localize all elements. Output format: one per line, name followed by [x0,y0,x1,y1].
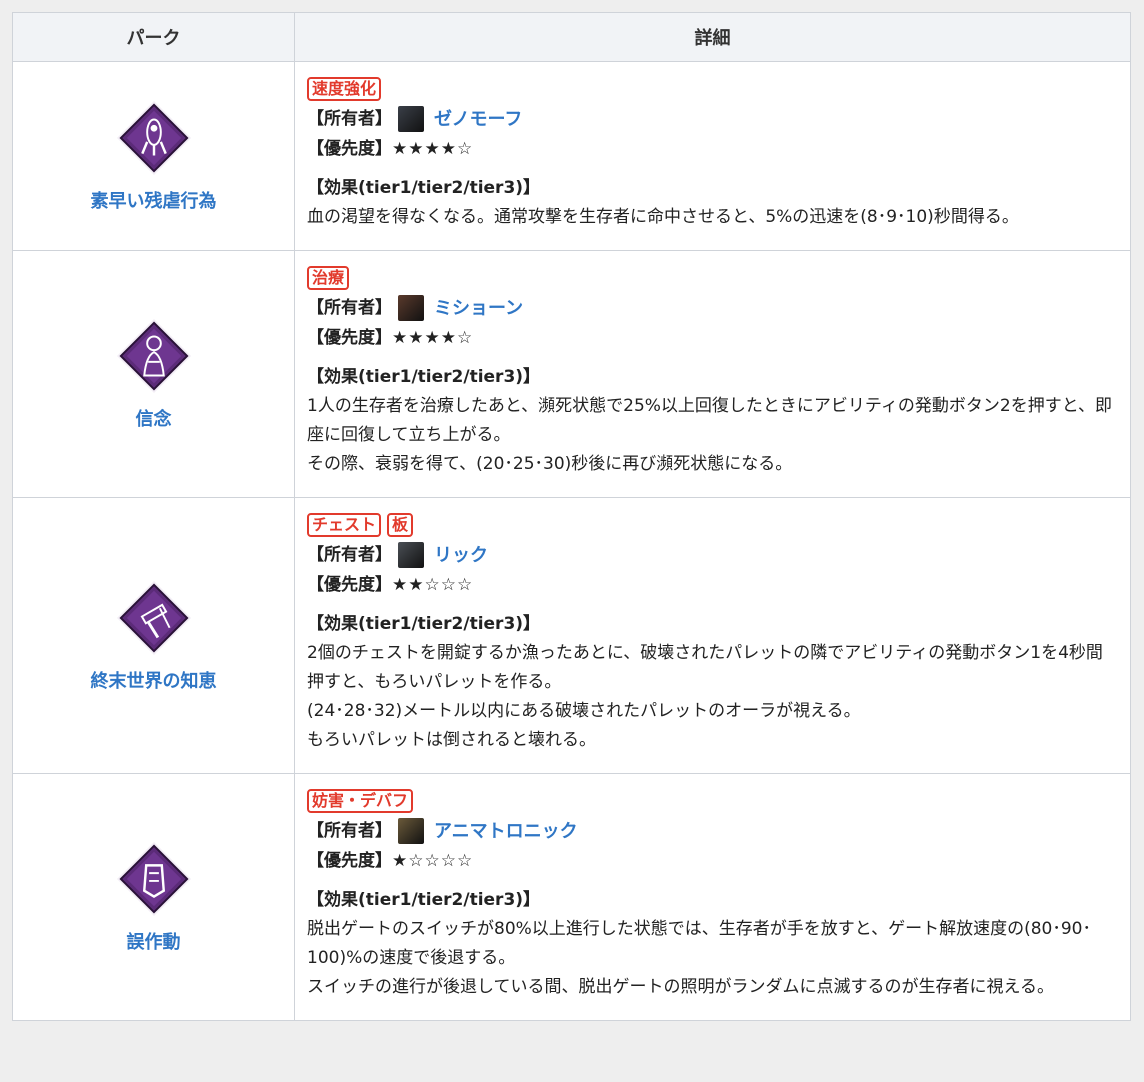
perk-name[interactable]: 素早い残虐行為 [13,187,294,213]
effect-paragraph: もろいパレットは倒されると壊れる。 [307,730,596,750]
priority-line: 【優先度】 ★★☆☆☆ [307,570,1118,600]
conviction-perk-icon[interactable] [115,317,193,395]
table-row: 終末世界の知恵 チェスト板 【所有者】 リック 【優先度】 ★★☆☆☆ 【効果(… [12,497,1131,774]
owner-link[interactable]: ミショーン [434,294,523,323]
category-tag[interactable]: 板 [387,513,414,537]
priority-label: 【優先度】 [307,327,392,348]
malfunction-perk-icon[interactable] [115,840,193,918]
priority-stars: ★★☆☆☆ [392,574,474,595]
apocalyptic-ingenuity-perk-icon[interactable] [115,579,193,657]
owner-line: 【所有者】 リック [307,540,1118,570]
category-tag[interactable]: 速度強化 [307,77,382,101]
priority-stars: ★☆☆☆☆ [392,850,474,871]
header-detail: 詳細 [294,12,1131,62]
detail-cell: 速度強化 【所有者】 ゼノモーフ 【優先度】 ★★★★☆ 【効果(tier1/t… [294,61,1131,251]
perk-table-wrapper: パーク 詳細 素早い残虐行為 速度強化 【所有者】 ゼノモーフ 【優先度】 ★★… [12,12,1131,1021]
priority-line: 【優先度】 ★☆☆☆☆ [307,846,1118,876]
category-tag[interactable]: 妨害・デバフ [307,789,414,813]
owner-link[interactable]: リック [434,541,488,570]
xenomorph-perk-icon[interactable] [115,99,193,177]
owner-link[interactable]: ゼノモーフ [434,105,522,134]
effect-text: 血の渇望を得なくなる。通常攻撃を生存者に命中させると、5%の迅速を(8･9･10… [307,203,1118,232]
table-row: 誤作動 妨害・デバフ 【所有者】 アニマトロニック 【優先度】 ★☆☆☆☆ 【効… [12,773,1131,1021]
owner-avatar[interactable] [398,295,424,321]
effect-text: 1人の生存者を治療したあと、瀕死状態で25%以上回復したときにアビリティの発動ボ… [307,392,1118,479]
detail-cell: 治療 【所有者】 ミショーン 【優先度】 ★★★★☆ 【効果(tier1/tie… [294,250,1131,498]
priority-label: 【優先度】 [307,850,392,871]
effect-label: 【効果(tier1/tier2/tier3)】 [307,890,541,910]
perk-cell: 終末世界の知恵 [12,497,295,774]
owner-label: 【所有者】 [307,544,392,565]
owner-line: 【所有者】 ゼノモーフ [307,104,1118,134]
effect-label: 【効果(tier1/tier2/tier3)】 [307,367,541,387]
priority-line: 【優先度】 ★★★★☆ [307,323,1118,353]
owner-line: 【所有者】 アニマトロニック [307,816,1118,846]
effect-paragraph: スイッチの進行が後退している間、脱出ゲートの照明がランダムに点滅するのが生存者に… [307,977,1054,997]
perk-name[interactable]: 終末世界の知恵 [13,667,294,693]
tag-list: 治療 [307,265,1118,293]
effect-paragraph: 血の渇望を得なくなる。通常攻撃を生存者に命中させると、5%の迅速を(8･9･10… [307,207,1019,227]
effect-text: 脱出ゲートのスイッチが80%以上進行した状態では、生存者が手を放すと、ゲート解放… [307,915,1118,1002]
effect-paragraph: (24･28･32)メートル以内にある破壊されたパレットのオーラが視える。 [307,701,861,721]
owner-avatar[interactable] [398,818,424,844]
effect-paragraph: 1人の生存者を治療したあと、瀕死状態で25%以上回復したときにアビリティの発動ボ… [307,396,1113,445]
owner-avatar[interactable] [398,106,424,132]
priority-label: 【優先度】 [307,138,392,159]
owner-line: 【所有者】 ミショーン [307,293,1118,323]
priority-stars: ★★★★☆ [392,327,474,348]
owner-link[interactable]: アニマトロニック [434,817,578,846]
table-row: 信念 治療 【所有者】 ミショーン 【優先度】 ★★★★☆ 【効果(tier1/… [12,250,1131,498]
perk-cell: 誤作動 [12,773,295,1021]
effect-paragraph: 2個のチェストを開錠するか漁ったあとに、破壊されたパレットの隣でアビリティの発動… [307,643,1103,692]
effect-text: 2個のチェストを開錠するか漁ったあとに、破壊されたパレットの隣でアビリティの発動… [307,639,1118,755]
owner-label: 【所有者】 [307,108,392,129]
perk-cell: 信念 [12,250,295,498]
priority-stars: ★★★★☆ [392,138,474,159]
owner-label: 【所有者】 [307,297,392,318]
effect-paragraph: 脱出ゲートのスイッチが80%以上進行した状態では、生存者が手を放すと、ゲート解放… [307,919,1091,968]
effect-paragraph: その際、衰弱を得て、(20･25･30)秒後に再び瀕死状態になる。 [307,454,793,474]
table-header-row: パーク 詳細 [12,12,1131,62]
detail-cell: 妨害・デバフ 【所有者】 アニマトロニック 【優先度】 ★☆☆☆☆ 【効果(ti… [294,773,1131,1021]
effect-label: 【効果(tier1/tier2/tier3)】 [307,614,541,634]
detail-cell: チェスト板 【所有者】 リック 【優先度】 ★★☆☆☆ 【効果(tier1/ti… [294,497,1131,774]
priority-line: 【優先度】 ★★★★☆ [307,134,1118,164]
owner-label: 【所有者】 [307,820,392,841]
priority-label: 【優先度】 [307,574,392,595]
header-perk: パーク [12,12,295,62]
perk-name[interactable]: 誤作動 [13,928,294,954]
perk-cell: 素早い残虐行為 [12,61,295,251]
tag-list: 妨害・デバフ [307,788,1118,816]
tag-list: 速度強化 [307,76,1118,104]
category-tag[interactable]: チェスト [307,513,382,537]
category-tag[interactable]: 治療 [307,266,350,290]
perk-table: パーク 詳細 素早い残虐行為 速度強化 【所有者】 ゼノモーフ 【優先度】 ★★… [12,12,1131,1021]
owner-avatar[interactable] [398,542,424,568]
table-row: 素早い残虐行為 速度強化 【所有者】 ゼノモーフ 【優先度】 ★★★★☆ 【効果… [12,61,1131,251]
perk-name[interactable]: 信念 [13,405,294,431]
effect-label: 【効果(tier1/tier2/tier3)】 [307,178,541,198]
tag-list: チェスト板 [307,512,1118,540]
